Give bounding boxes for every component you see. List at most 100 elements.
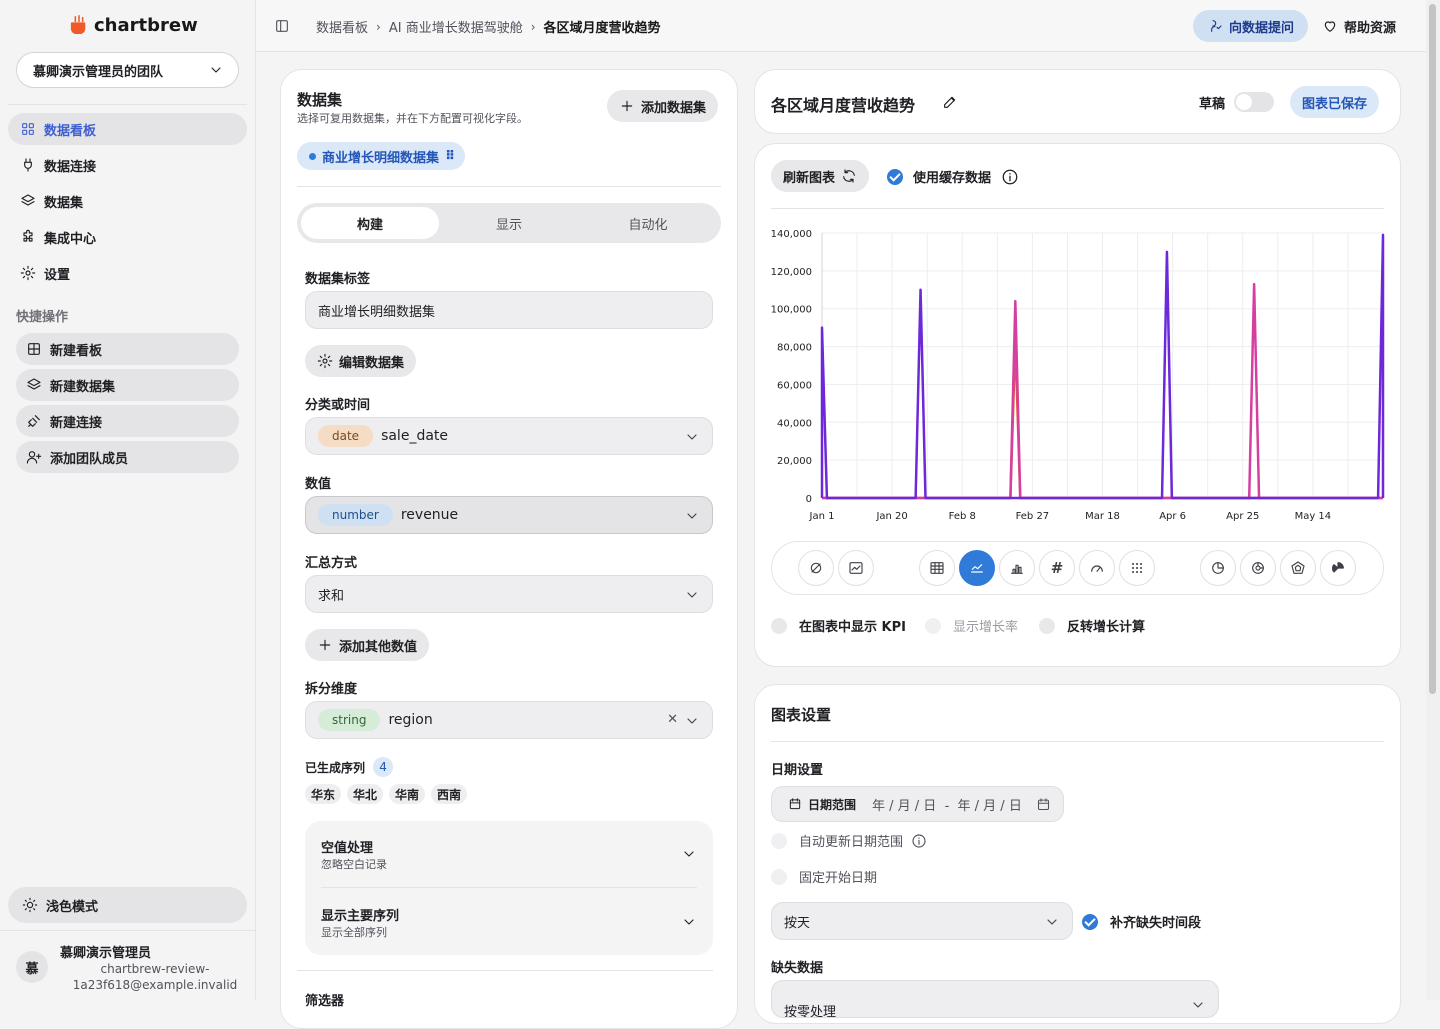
user-name: 慕卿演示管理员 bbox=[60, 946, 152, 961]
trend-chart-icon bbox=[848, 560, 864, 576]
ask-data-button[interactable]: 向数据提问 bbox=[1193, 10, 1308, 42]
refresh-label: 刷新图表 bbox=[783, 170, 836, 186]
chart-type-kpi-button[interactable]: # bbox=[1039, 550, 1075, 586]
checkbox-checked[interactable] bbox=[887, 168, 903, 185]
edit-dataset-button[interactable]: 编辑数据集 bbox=[305, 345, 417, 377]
chart-type-line-button[interactable] bbox=[959, 550, 995, 586]
tab-build[interactable]: 构建 bbox=[301, 207, 439, 239]
quick-add-member[interactable]: 添加团队成员 bbox=[16, 441, 239, 473]
aggregation-select[interactable]: 求和 bbox=[305, 575, 713, 613]
chevron-down-icon[interactable] bbox=[681, 846, 697, 862]
y-tick-label: 120,000 bbox=[771, 267, 812, 278]
chart-type-radar-button[interactable] bbox=[1280, 550, 1316, 586]
checkbox-unchecked[interactable] bbox=[771, 868, 787, 885]
pencil-icon[interactable] bbox=[942, 94, 958, 110]
null-handling-subtitle: 忽略空白记录 bbox=[321, 858, 387, 871]
breadcrumb-item[interactable]: 数据看板 bbox=[316, 17, 368, 36]
breakdown-select[interactable]: string region ✕ bbox=[305, 701, 713, 739]
info-icon[interactable] bbox=[911, 833, 927, 849]
dataset-subtitle: 选择可复用数据集，并在下方配置可视化字段。 bbox=[297, 112, 528, 125]
divider bbox=[297, 186, 721, 187]
layers-icon bbox=[26, 377, 42, 393]
chart-title[interactable]: 各区域月度营收趋势 bbox=[771, 92, 915, 116]
plus-icon bbox=[619, 98, 635, 114]
y-tick-label: 40,000 bbox=[777, 418, 812, 429]
sidebar-toggle-icon[interactable] bbox=[274, 18, 290, 34]
edit-dataset-label: 编辑数据集 bbox=[339, 355, 405, 371]
nav-item-dashboards[interactable]: 数据看板 bbox=[8, 113, 247, 145]
interval-select[interactable]: 按天 bbox=[771, 902, 1073, 940]
chart-type-trend-button[interactable] bbox=[838, 550, 874, 586]
clear-icon[interactable]: ✕ bbox=[667, 712, 678, 727]
kpi-option[interactable]: 在图表中显示 KPI bbox=[771, 616, 906, 635]
info-icon[interactable] bbox=[1001, 168, 1019, 186]
type-badge-number: number bbox=[318, 504, 393, 526]
checkbox-unchecked[interactable] bbox=[771, 832, 787, 849]
growth-option[interactable]: 显示增长率 bbox=[925, 616, 1018, 635]
aggregation-value: 求和 bbox=[318, 588, 345, 604]
use-cache-option[interactable]: 使用缓存数据 bbox=[887, 167, 1019, 186]
chart-type-gauge-button[interactable] bbox=[1079, 550, 1115, 586]
chart-type-table-button[interactable] bbox=[919, 550, 955, 586]
layers-icon bbox=[20, 193, 36, 209]
fill-missing-option[interactable]: 补齐缺失时间段 bbox=[1082, 912, 1201, 931]
chart-type-doughnut-button[interactable] bbox=[1240, 550, 1276, 586]
light-mode-toggle[interactable]: 浅色模式 bbox=[8, 887, 247, 923]
radar-icon bbox=[1290, 560, 1306, 576]
nav-label: 设置 bbox=[44, 267, 71, 283]
series-chip: 华南 bbox=[389, 784, 426, 804]
dimension-select[interactable]: date sale_date bbox=[305, 417, 713, 455]
tab-display[interactable]: 显示 bbox=[440, 207, 578, 239]
metric-field: revenue bbox=[400, 507, 459, 523]
quick-new-dataset[interactable]: 新建数据集 bbox=[16, 369, 239, 401]
invert-growth-option[interactable]: 反转增长计算 bbox=[1039, 616, 1145, 635]
add-metric-button[interactable]: 添加其他数值 bbox=[305, 629, 430, 661]
chevron-down-icon[interactable] bbox=[681, 914, 697, 930]
metric-select[interactable]: number revenue bbox=[305, 496, 713, 534]
drag-handle-icon[interactable]: ⠿ bbox=[445, 149, 455, 164]
active-dataset-chip[interactable]: 商业增长明细数据集 ⠿ bbox=[297, 142, 466, 170]
nav-item-datasets[interactable]: 数据集 bbox=[8, 185, 247, 217]
calendar-icon[interactable] bbox=[1036, 797, 1051, 812]
user-profile[interactable]: 慕 慕卿演示管理员 chartbrew-review-1a23f618@exam… bbox=[0, 930, 256, 1000]
tab-automation[interactable]: 自动化 bbox=[579, 207, 717, 239]
dataset-label-title: 数据集标签 bbox=[305, 272, 371, 287]
chart-type-matrix-button[interactable] bbox=[1119, 550, 1155, 586]
draft-toggle[interactable] bbox=[1234, 92, 1274, 112]
chart-type-none-button[interactable] bbox=[798, 550, 834, 586]
checkbox-unchecked[interactable] bbox=[771, 617, 787, 634]
checkbox-unchecked[interactable] bbox=[1039, 617, 1055, 634]
dataset-label-input[interactable]: 商业增长明细数据集 bbox=[305, 291, 713, 329]
page-scrollbar[interactable] bbox=[1426, 0, 1440, 1000]
main-series-title[interactable]: 显示主要序列 bbox=[321, 905, 399, 924]
brand-logo[interactable]: chartbrew bbox=[68, 14, 198, 36]
null-handling-title[interactable]: 空值处理 bbox=[321, 837, 373, 856]
missing-data-select[interactable]: 按零处理 bbox=[771, 980, 1219, 1018]
auto-update-option[interactable]: 自动更新日期范围 bbox=[771, 831, 927, 850]
quick-new-connection[interactable]: 新建连接 bbox=[16, 405, 239, 437]
fixed-start-option[interactable]: 固定开始日期 bbox=[771, 867, 877, 886]
chart-type-bar-button[interactable] bbox=[999, 550, 1035, 586]
chart-saved-badge[interactable]: 图表已保存 bbox=[1290, 86, 1380, 118]
series-chip: 华东 bbox=[305, 784, 342, 804]
team-selector[interactable]: 慕卿演示管理员的团队 bbox=[16, 52, 239, 88]
sparkle-user-icon bbox=[1207, 18, 1223, 34]
nav-item-settings[interactable]: 设置 bbox=[8, 257, 247, 289]
sidebar: chartbrew 慕卿演示管理员的团队 数据看板 数据连接 数据集 集成中心 … bbox=[0, 0, 256, 1000]
refresh-chart-button[interactable]: 刷新图表 bbox=[771, 160, 870, 192]
chart-type-polar-button[interactable] bbox=[1320, 550, 1356, 586]
checkbox-unchecked[interactable] bbox=[925, 617, 941, 634]
divider bbox=[321, 887, 697, 888]
date-range-input[interactable]: 日期范围 年 / 月 / 日 - 年 / 月 / 日 bbox=[771, 786, 1064, 822]
scrollbar-thumb[interactable] bbox=[1429, 4, 1436, 694]
checkbox-checked[interactable] bbox=[1082, 913, 1098, 930]
y-tick-label: 20,000 bbox=[777, 456, 812, 467]
add-dataset-button[interactable]: 添加数据集 bbox=[607, 90, 719, 122]
nav-item-connections[interactable]: 数据连接 bbox=[8, 149, 247, 181]
help-resources-button[interactable]: 帮助资源 bbox=[1322, 10, 1396, 42]
chart-type-pie-button[interactable] bbox=[1200, 550, 1236, 586]
breadcrumb-item[interactable]: AI 商业增长数据驾驶舱 bbox=[389, 17, 523, 36]
x-tick-label: Mar 18 bbox=[1085, 511, 1120, 522]
quick-new-dashboard[interactable]: 新建看板 bbox=[16, 333, 239, 365]
nav-item-integrations[interactable]: 集成中心 bbox=[8, 221, 247, 253]
